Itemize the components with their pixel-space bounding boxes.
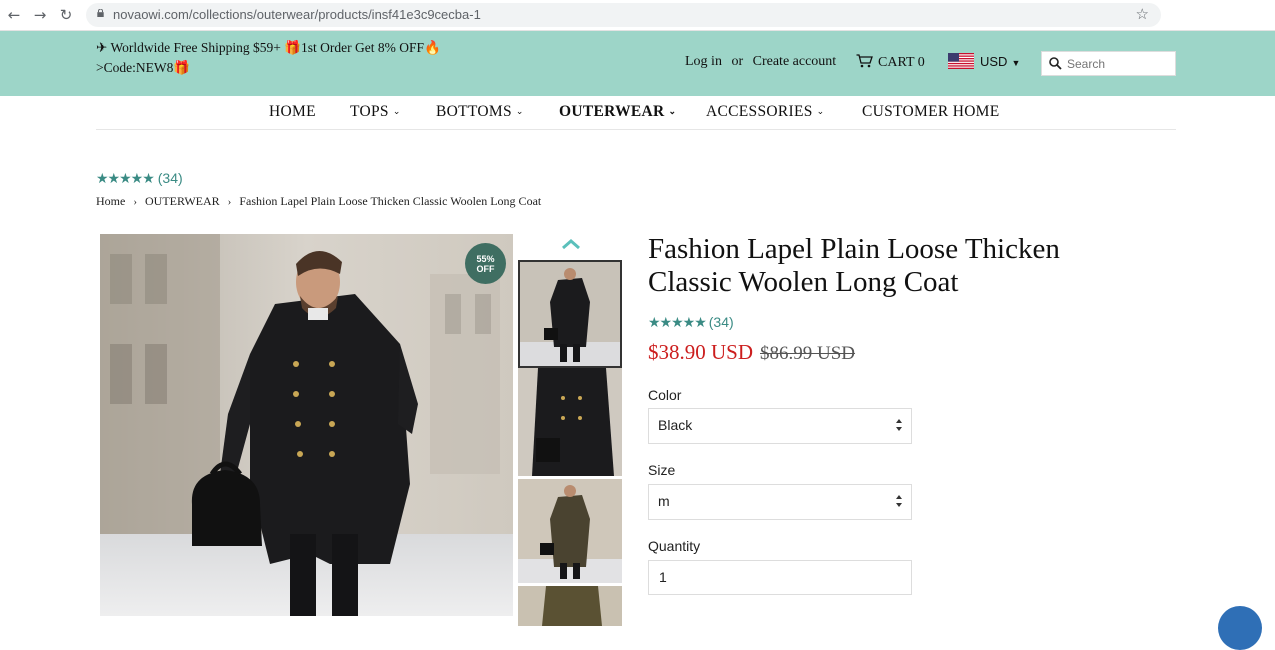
thumbnail-image: [520, 262, 620, 366]
color-select[interactable]: Black: [648, 408, 912, 444]
color-label: Color: [648, 387, 682, 403]
search-input[interactable]: [1067, 55, 1167, 72]
quantity-label: Quantity: [648, 538, 701, 554]
select-arrows-icon: [896, 419, 902, 431]
promo-line-2: >Code:NEW8🎁: [96, 60, 191, 75]
review-summary[interactable]: ★★★★★ (34): [96, 170, 183, 188]
or-text: or: [731, 54, 744, 69]
promo-line-1: ✈ Worldwide Free Shipping $59+ 🎁1st Orde…: [96, 40, 441, 55]
us-flag-icon: [948, 53, 974, 69]
select-arrows-icon: [896, 495, 902, 507]
thumbnail-1[interactable]: [518, 260, 622, 368]
currency-label: USD: [980, 54, 1008, 69]
cart-icon: [856, 54, 873, 68]
size-label: Size: [648, 462, 676, 478]
search-icon: [1049, 57, 1062, 70]
breadcrumb-separator-icon: ›: [133, 196, 137, 208]
nav-item-tops[interactable]: TOPS ⌄: [350, 103, 401, 121]
browser-toolbar: ← → ↻ novaowi.com/collections/outerwear/…: [0, 0, 1275, 31]
breadcrumb-current: Fashion Lapel Plain Loose Thicken Classi…: [239, 194, 542, 208]
promo-message: ✈ Worldwide Free Shipping $59+ 🎁1st Orde…: [96, 38, 441, 78]
back-arrow-icon[interactable]: ←: [4, 5, 24, 25]
reload-icon[interactable]: ↻: [56, 5, 76, 25]
header-bar: ✈ Worldwide Free Shipping $59+ 🎁1st Orde…: [0, 31, 1275, 96]
chat-widget-button[interactable]: [1218, 606, 1262, 650]
star-rating-icon: ★★★★★: [96, 171, 155, 187]
lock-icon: [97, 9, 104, 17]
thumbnail-3[interactable]: [518, 479, 622, 583]
chevron-down-icon: ⌄: [392, 106, 401, 116]
thumbnail-image: [518, 479, 622, 583]
breadcrumb-separator-icon: ›: [227, 196, 232, 208]
chevron-down-icon: ⌄: [515, 106, 524, 116]
color-value: Black: [658, 417, 693, 433]
login-link[interactable]: Log in: [685, 54, 722, 69]
chevron-down-icon: ⌄: [668, 106, 677, 116]
chevron-down-icon: ▼: [1011, 58, 1021, 68]
thumbnail-2[interactable]: [518, 368, 622, 476]
account-links: Log in or Create account: [685, 54, 842, 70]
size-select[interactable]: m: [648, 484, 912, 520]
product-title: Fashion Lapel Plain Loose Thicken Classi…: [648, 233, 1060, 298]
nav-item-accessories[interactable]: ACCESSORIES ⌄: [706, 103, 825, 121]
size-value: m: [658, 493, 670, 509]
nav-item-home[interactable]: HOME: [269, 103, 316, 121]
bookmark-star-icon[interactable]: ☆: [1136, 5, 1149, 23]
discount-badge: 55% OFF: [465, 243, 506, 284]
review-count: (34): [157, 170, 183, 186]
chevron-down-icon: ⌄: [816, 106, 825, 116]
star-rating-icon: ★★★★★: [648, 315, 707, 331]
nav-item-outerwear[interactable]: OUTERWEAR ⌄: [559, 103, 676, 121]
product-main-image[interactable]: [100, 234, 513, 616]
search-box[interactable]: [1041, 51, 1176, 76]
chevron-up-icon[interactable]: [560, 236, 582, 252]
forward-arrow-icon[interactable]: →: [30, 5, 50, 25]
cart-link[interactable]: CART 0: [856, 54, 925, 71]
address-bar[interactable]: novaowi.com/collections/outerwear/produc…: [86, 3, 1161, 27]
breadcrumb-home[interactable]: Home: [96, 194, 125, 208]
sale-price: $38.90 USD: [648, 340, 754, 364]
product-price: $38.90 USD $86.99 USD: [648, 340, 855, 365]
quantity-value: 1: [659, 569, 667, 585]
thumbnail-image: [518, 586, 622, 626]
quantity-input[interactable]: 1: [648, 560, 912, 595]
url-text: novaowi.com/collections/outerwear/produc…: [113, 7, 481, 22]
nav-item-bottoms[interactable]: BOTTOMS ⌄: [436, 103, 524, 121]
currency-selector[interactable]: USD ▼: [948, 53, 1020, 69]
thumbnail-image: [518, 368, 622, 476]
product-review-summary[interactable]: ★★★★★ (34): [648, 314, 734, 332]
breadcrumb: Home › OUTERWEAR › Fashion Lapel Plain Loose…: [96, 194, 541, 209]
nav-item-customer-home[interactable]: CUSTOMER HOME: [862, 103, 1000, 121]
review-count: (34): [708, 314, 734, 330]
create-account-link[interactable]: Create account: [753, 54, 837, 69]
thumbnail-4[interactable]: [518, 586, 622, 626]
main-navigation: HOME TOPS ⌄ BOTTOMS ⌄ OUTERWEAR ⌄ ACCESSORI…: [96, 97, 1176, 130]
man-in-coat-photo: [100, 234, 513, 616]
breadcrumb-category[interactable]: OUTERWEAR: [145, 194, 220, 208]
compare-price: $86.99 USD: [760, 343, 856, 364]
cart-label: CART 0: [878, 55, 925, 70]
